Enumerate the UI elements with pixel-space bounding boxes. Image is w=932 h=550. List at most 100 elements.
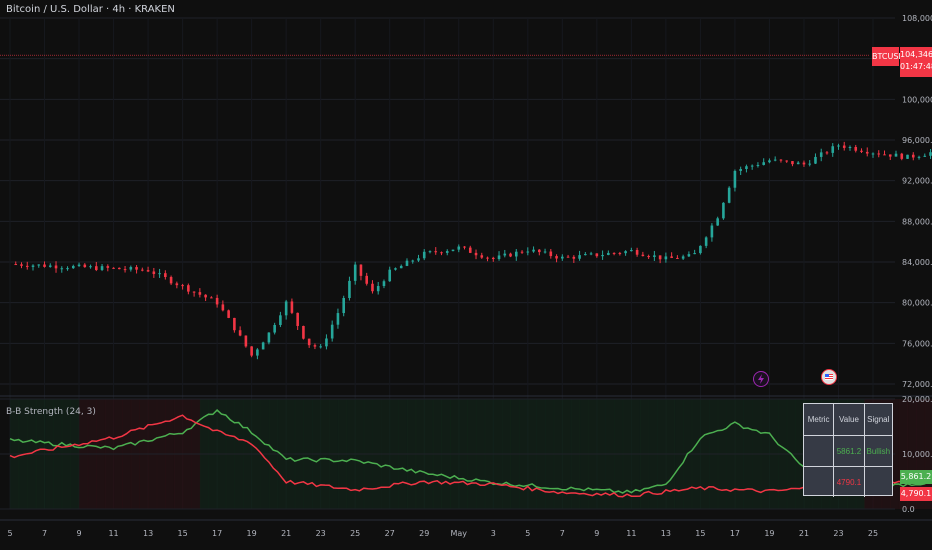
- candle-body: [71, 265, 75, 269]
- candle-body: [233, 317, 236, 331]
- candle-body: [911, 154, 915, 158]
- candle-body: [607, 252, 610, 255]
- time-tick-label: 23: [833, 529, 843, 538]
- candle-body: [532, 249, 535, 252]
- candle-body: [543, 251, 547, 253]
- candle-body: [25, 265, 29, 267]
- candle-body: [474, 252, 478, 256]
- candle-body: [348, 280, 351, 299]
- candle-body: [43, 264, 46, 267]
- symbol-badge: BTCUSD: [872, 47, 905, 66]
- price-tick-label: 100,000.0: [902, 95, 932, 104]
- candle-body: [118, 267, 121, 270]
- metric-table-header: Metric Value Signal: [804, 404, 892, 435]
- candle-body: [468, 247, 472, 253]
- candle-body: [365, 275, 369, 284]
- candle-body: [871, 153, 875, 155]
- candle-body: [284, 301, 288, 316]
- metric-signal: [865, 467, 892, 497]
- candle-body: [624, 251, 627, 254]
- candle-body: [716, 218, 719, 226]
- candle-body: [733, 170, 737, 188]
- candle-body: [227, 310, 230, 318]
- indicator-tick-label: 20,000.0: [902, 395, 932, 404]
- indicator-title[interactable]: B-B Strength (24, 3): [6, 407, 96, 417]
- chart-title[interactable]: Bitcoin / U.S. Dollar · 4h · KRAKEN: [6, 4, 175, 15]
- metric-value: 4790.1: [834, 467, 865, 497]
- candle-body: [768, 160, 771, 163]
- candle-body: [463, 246, 466, 248]
- candle-body: [486, 257, 489, 259]
- candle-body: [894, 153, 898, 157]
- candle-body: [848, 146, 852, 148]
- metric-value: 5861.2: [834, 436, 865, 466]
- metric-name: [804, 467, 835, 497]
- time-tick-label: 19: [764, 529, 774, 538]
- price-tick-label: 96,000.0: [902, 136, 932, 145]
- candle-body: [31, 265, 35, 267]
- time-tick-label: 13: [661, 529, 671, 538]
- candle-body: [791, 161, 794, 165]
- candle-body: [330, 324, 334, 339]
- candle-body: [95, 266, 98, 270]
- candle-body: [376, 286, 380, 292]
- candle-body: [215, 297, 219, 305]
- candle-body: [123, 269, 127, 271]
- candle-body: [359, 264, 363, 276]
- candle-body: [20, 264, 23, 266]
- candle-body: [336, 313, 340, 325]
- candle-body: [353, 264, 357, 281]
- candle-body: [854, 146, 858, 151]
- candle-body: [756, 164, 760, 166]
- us-flag-event-icon[interactable]: [821, 369, 837, 385]
- candle-body: [457, 246, 461, 250]
- time-tick-label: 15: [695, 529, 705, 538]
- candle-body: [710, 225, 714, 238]
- candle-body: [584, 254, 587, 256]
- candle-body: [555, 256, 558, 259]
- candle-body: [256, 349, 259, 356]
- header-signal: Signal: [867, 415, 890, 424]
- time-tick-label: 17: [730, 529, 740, 538]
- candle-body: [837, 145, 840, 147]
- candle-body: [417, 258, 420, 261]
- candle-body: [175, 283, 179, 286]
- candle-body: [181, 285, 184, 287]
- candle-body: [883, 154, 886, 156]
- chart-canvas[interactable]: 108,000.0104,000.0100,000.096,000.092,00…: [0, 0, 932, 550]
- candle-body: [906, 154, 909, 159]
- candle-body: [411, 260, 415, 262]
- candle-body: [612, 252, 616, 254]
- candle-body: [699, 245, 702, 254]
- candle-body: [187, 285, 190, 292]
- candle-body: [917, 156, 921, 158]
- candle-body: [796, 162, 800, 165]
- candle-body: [802, 162, 806, 165]
- candle-body: [83, 264, 87, 268]
- candle-body: [929, 152, 932, 156]
- price-tick-label: 84,000.0: [902, 258, 932, 267]
- time-tick-label: 23: [316, 529, 326, 538]
- price-tick-label: 88,000.0: [902, 217, 932, 226]
- candle-body: [526, 251, 530, 253]
- candle-body: [589, 253, 593, 255]
- time-tick-label: 9: [76, 529, 81, 538]
- candle-body: [722, 202, 725, 219]
- candle-countdown: 01:47:48: [900, 62, 932, 71]
- candle-body: [106, 266, 110, 268]
- candle-body: [279, 315, 282, 325]
- time-tick-label: 7: [560, 529, 565, 538]
- candle-body: [434, 251, 438, 253]
- candle-body: [250, 346, 253, 356]
- candle-body: [923, 155, 927, 157]
- candle-body: [750, 165, 754, 167]
- time-tick-label: 3: [491, 529, 496, 538]
- candle-body: [267, 332, 271, 343]
- bear-value-badge: 4,790.1: [900, 487, 932, 501]
- lightning-event-icon[interactable]: [753, 371, 769, 387]
- candle-body: [745, 166, 748, 170]
- indicator-tick-label: 0.0: [902, 505, 915, 514]
- candle-body: [509, 253, 512, 257]
- candle-body: [779, 159, 783, 161]
- candle-body: [514, 251, 518, 257]
